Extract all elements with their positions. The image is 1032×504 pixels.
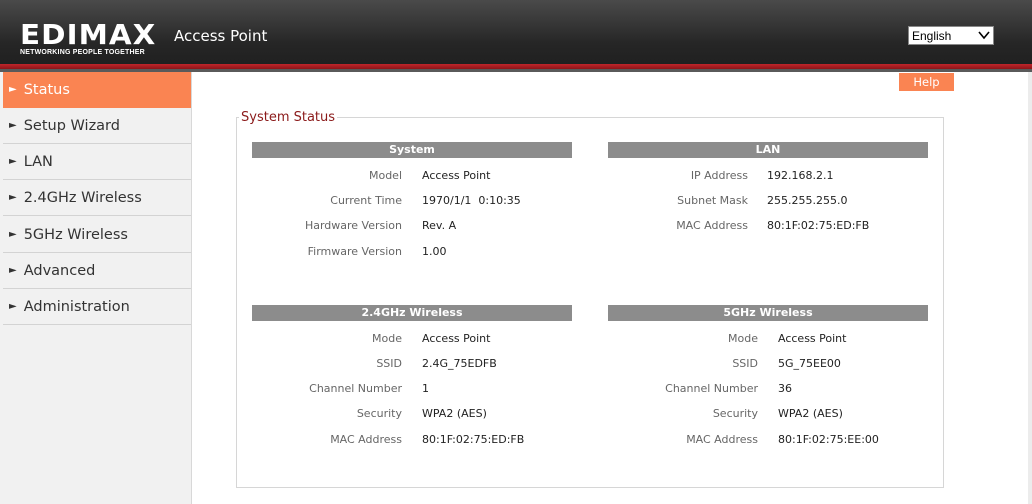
sidebar-item-administration[interactable]: ► Administration bbox=[3, 289, 191, 325]
wireless5-ssid-value: 5G_75EE00 bbox=[778, 357, 841, 370]
wireless24-mac-value: 80:1F:02:75:ED:FB bbox=[422, 433, 525, 446]
system-model-value: Access Point bbox=[422, 169, 491, 182]
wireless5-channel-label: Channel Number bbox=[665, 382, 758, 395]
system-time-value: 1970/1/1 0:10:35 bbox=[422, 194, 521, 207]
logo-word: EDIMAX bbox=[20, 18, 157, 51]
page-scrollbar[interactable] bbox=[1028, 72, 1032, 504]
sidebar-item-setup-wizard[interactable]: ► Setup Wizard bbox=[3, 108, 191, 144]
wireless24-mode-value: Access Point bbox=[422, 332, 491, 345]
lan-section-header: LAN bbox=[608, 142, 928, 158]
wireless5-mode-label: Mode bbox=[728, 332, 758, 345]
wireless24-security-value: WPA2 (AES) bbox=[422, 407, 487, 420]
wireless5-security-value: WPA2 (AES) bbox=[778, 407, 843, 420]
wireless24-mac-label: MAC Address bbox=[330, 433, 402, 446]
sidebar-item-label: Administration bbox=[23, 298, 130, 315]
sidebar-item-label: 5GHz Wireless bbox=[23, 226, 128, 243]
wireless24-section-header: 2.4GHz Wireless bbox=[252, 305, 572, 321]
lan-ip-label: IP Address bbox=[690, 169, 748, 182]
wireless24-channel-label: Channel Number bbox=[309, 382, 402, 395]
wireless5-mode-value: Access Point bbox=[778, 332, 847, 345]
triangle-right-icon: ► bbox=[9, 265, 17, 276]
triangle-right-icon: ► bbox=[9, 192, 17, 203]
sidebar-item-label: Status bbox=[23, 81, 70, 98]
top-header: EDIMAX NETWORKING PEOPLE TOGETHER Access… bbox=[0, 0, 1032, 72]
wireless24-mode-label: Mode bbox=[372, 332, 402, 345]
wireless5-security-label: Security bbox=[712, 407, 758, 420]
page-title: System Status bbox=[239, 110, 338, 125]
lan-mask-label: Subnet Mask bbox=[677, 194, 748, 207]
language-value: English bbox=[912, 29, 952, 43]
wireless24-ssid-label: SSID bbox=[376, 357, 402, 370]
sidebar-item-5ghz-wireless[interactable]: ► 5GHz Wireless bbox=[3, 217, 191, 253]
sidebar-item-label: Advanced bbox=[23, 262, 96, 279]
language-select[interactable]: English bbox=[908, 26, 994, 45]
system-hw-label: Hardware Version bbox=[304, 219, 402, 232]
system-section-header: System bbox=[252, 142, 572, 158]
wireless24-security-label: Security bbox=[356, 407, 402, 420]
help-button[interactable]: Help bbox=[899, 73, 954, 91]
chevron-down-icon bbox=[978, 31, 990, 40]
wireless5-channel-value: 36 bbox=[778, 382, 792, 395]
triangle-right-icon: ► bbox=[9, 301, 17, 312]
system-time-label: Current Time bbox=[330, 194, 402, 207]
sidebar: ► Status ► Setup Wizard ► LAN ► 2.4GHz W… bbox=[0, 72, 192, 504]
system-fw-value: 1.00 bbox=[422, 245, 447, 258]
wireless24-ssid-value: 2.4G_75EDFB bbox=[422, 357, 497, 370]
lan-mac-label: MAC Address bbox=[676, 219, 748, 232]
triangle-right-icon: ► bbox=[9, 229, 17, 240]
sidebar-item-lan[interactable]: ► LAN bbox=[3, 144, 191, 180]
lan-mask-value: 255.255.255.0 bbox=[767, 194, 848, 207]
lan-ip-value: 192.168.2.1 bbox=[767, 169, 834, 182]
triangle-right-icon: ► bbox=[9, 156, 17, 167]
sidebar-item-label: Setup Wizard bbox=[23, 117, 120, 134]
system-model-label: Model bbox=[368, 169, 402, 182]
sidebar-item-advanced[interactable]: ► Advanced bbox=[3, 253, 191, 289]
wireless5-ssid-label: SSID bbox=[732, 357, 758, 370]
sidebar-item-label: 2.4GHz Wireless bbox=[23, 189, 142, 206]
app-title: Access Point bbox=[174, 27, 268, 45]
edimax-logo: EDIMAX NETWORKING PEOPLE TOGETHER bbox=[20, 21, 155, 57]
system-fw-label: Firmware Version bbox=[307, 245, 402, 258]
sidebar-item-status[interactable]: ► Status bbox=[3, 72, 191, 108]
system-hw-value: Rev. A bbox=[422, 219, 457, 232]
lan-mac-value: 80:1F:02:75:ED:FB bbox=[767, 219, 870, 232]
triangle-right-icon: ► bbox=[9, 120, 17, 131]
triangle-right-icon: ► bbox=[9, 84, 17, 95]
sidebar-item-24ghz-wireless[interactable]: ► 2.4GHz Wireless bbox=[3, 180, 191, 216]
wireless5-section-header: 5GHz Wireless bbox=[608, 305, 928, 321]
sidebar-item-label: LAN bbox=[23, 153, 53, 170]
wireless24-channel-value: 1 bbox=[422, 382, 429, 395]
wireless5-mac-value: 80:1F:02:75:EE:00 bbox=[778, 433, 879, 446]
wireless5-mac-label: MAC Address bbox=[686, 433, 758, 446]
